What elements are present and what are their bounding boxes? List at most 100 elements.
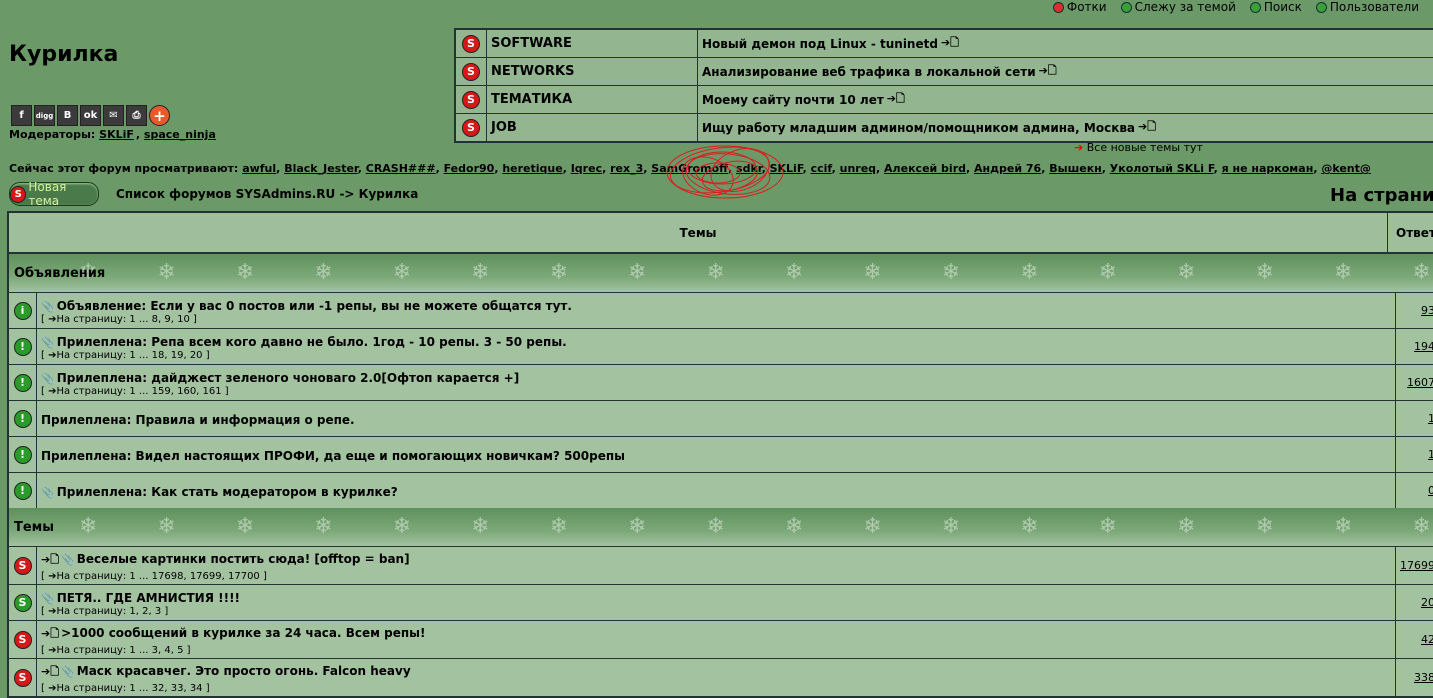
viewer-link[interactable]: CRASH### [366, 162, 436, 175]
category-icon-cell: S [456, 86, 487, 113]
viewer-link[interactable]: rex_3 [610, 162, 643, 175]
table-row[interactable]: S ➔🗋 >1000 сообщений в курилке за 24 часа.… [9, 620, 1433, 658]
topic-pages[interactable]: [ ➔На страницу: 1 ... 18, 19, 20 ] [41, 350, 1391, 361]
topic-pages[interactable]: [ ➔На страницу: 1, 2, 3 ] [41, 606, 1391, 617]
nav-item-label: Поиск [1263, 0, 1302, 14]
replies-link[interactable]: 42 [1421, 633, 1433, 646]
topic-icon-cell: i [9, 293, 37, 328]
viewer-link[interactable]: awful [242, 162, 276, 175]
new-post-arrow-icon[interactable]: ➔🗋 [41, 627, 59, 640]
viewer-link[interactable]: heretique [502, 162, 562, 175]
viewer-link[interactable]: Андрей 76 [974, 162, 1041, 175]
topic-title-link[interactable]: Прилеплена: дайджест зеленого чоноваго 2… [57, 371, 520, 385]
replies-link[interactable]: 1 [1428, 412, 1433, 425]
category-latest-topic[interactable]: Анализирование веб трафика в локальной с… [698, 58, 1433, 85]
replies-link[interactable]: 93 [1421, 304, 1433, 317]
viewer-link[interactable]: Алексей bird [884, 162, 966, 175]
viewer-link[interactable]: ccif [811, 162, 832, 175]
replies-link[interactable]: 0 [1428, 484, 1433, 497]
category-latest-topic[interactable]: Моему сайту почти 10 лет ➔🗋 [698, 86, 1433, 113]
table-row[interactable]: ! 📎 Прилеплена: дайджест зеленого чоноваго… [9, 364, 1433, 400]
section-title: Темы [14, 519, 55, 535]
digg-icon[interactable]: digg [34, 105, 55, 126]
hot-topic-icon: S [13, 668, 32, 687]
moderator-link[interactable]: SKLiF [99, 128, 134, 141]
topic-main: ➔🗋 >1000 сообщений в курилке за 24 часа. … [37, 621, 1396, 658]
new-post-arrow-icon[interactable]: ➔🗋 [41, 553, 59, 566]
all-new-topics-label: Все новые темы тут [1086, 141, 1203, 154]
topic-title-line: Прилеплена: Видел настоящих ПРОФИ, да ещ… [41, 449, 1391, 463]
table-row[interactable]: ! Прилеплена: Видел настоящих ПРОФИ, да е… [9, 436, 1433, 472]
topic-title-link[interactable]: >1000 сообщений в курилке за 24 часа. Вс… [61, 626, 425, 640]
viewer-link[interactable]: Вышекн [1049, 162, 1102, 175]
topic-title-link[interactable]: Прилеплена: Видел настоящих ПРОФИ, да ещ… [41, 449, 625, 463]
topics-table: Темы Ответо ❄❄❄❄❄❄❄❄❄❄❄❄❄❄❄❄❄❄❄Объявлени… [7, 211, 1433, 698]
nav-item-2[interactable]: Поиск [1249, 0, 1302, 14]
category-row: S NETWORKS Анализирование веб трафика в ло… [456, 58, 1433, 86]
nav-item-0[interactable]: Фотки [1052, 0, 1107, 14]
topic-title-link[interactable]: ПЕТЯ.. ГДЕ АМНИСТИЯ !!!! [57, 591, 240, 605]
viewer-link[interactable]: Iqrec [571, 162, 602, 175]
viewer-link[interactable]: Уколотый SKLi F [1110, 162, 1214, 175]
nav-item-3[interactable]: Пользователи [1315, 0, 1419, 14]
replies-link[interactable]: 1 [1428, 448, 1433, 461]
table-row[interactable]: S 📎 ПЕТЯ.. ГДЕ АМНИСТИЯ !!!![ ➔На страницу… [9, 584, 1433, 620]
viewer-link[interactable]: unreq [840, 162, 876, 175]
blogger-icon[interactable]: B [57, 105, 78, 126]
latest-post-icon[interactable]: ➔🗋 [887, 90, 905, 109]
nav-item-1[interactable]: Слежу за темой [1120, 0, 1236, 14]
odnoklassniki-icon[interactable]: ok [80, 105, 101, 126]
new-post-arrow-icon[interactable]: ➔🗋 [41, 665, 59, 678]
topic-pages[interactable]: [ ➔На страницу: 1 ... 17698, 17699, 1770… [41, 571, 1391, 582]
column-topics: Темы [9, 213, 1388, 252]
moderators-label: Модераторы: [9, 128, 96, 141]
category-name[interactable]: SOFTWARE [487, 30, 698, 57]
facebook-icon[interactable]: f [11, 105, 32, 126]
topic-pages[interactable]: [ ➔На страницу: 1 ... 8, 9, 10 ] [41, 314, 1391, 325]
viewer-link[interactable]: Fedor90 [444, 162, 495, 175]
print-icon[interactable]: ⎙ [126, 105, 147, 126]
category-name[interactable]: NETWORKS [487, 58, 698, 85]
topic-pages[interactable]: [ ➔На страницу: 1 ... 3, 4, 5 ] [41, 645, 1391, 656]
table-row[interactable]: S ➔🗋 📎 Веселые картинки постить сюда! [offt… [9, 546, 1433, 584]
latest-post-icon[interactable]: ➔🗋 [941, 34, 959, 53]
category-name[interactable]: JOB [487, 114, 698, 141]
category-latest-topic[interactable]: Новый демон под Linux - tuninetd ➔🗋 [698, 30, 1433, 57]
topic-title-link[interactable]: Веселые картинки постить сюда! [offtop =… [77, 552, 410, 566]
topic-title-link[interactable]: Прилеплена: Как стать модератором в кури… [57, 485, 398, 499]
topic-title-link[interactable]: Прилеплена: Репа всем кого давно не было… [57, 335, 567, 349]
topic-title-link[interactable]: Объявление: Если у вас 0 постов или -1 р… [57, 299, 572, 313]
replies-link[interactable]: 1607 [1407, 376, 1433, 389]
viewer-link[interactable]: Black_Jester [284, 162, 358, 175]
email-icon[interactable]: ✉ [103, 105, 124, 126]
s-logo-icon: S [10, 185, 27, 203]
replies-link[interactable]: 194 [1414, 340, 1433, 353]
topic-pages[interactable]: [ ➔На страницу: 1 ... 32, 33, 34 ] [41, 683, 1391, 694]
topic-title-link[interactable]: Маск красавчег. Это просто огонь. Falcon… [77, 664, 411, 678]
replies-link[interactable]: 20 [1421, 596, 1433, 609]
viewer-link[interactable]: я не наркоман [1222, 162, 1314, 175]
category-icon-cell: S [456, 30, 487, 57]
topic-title-link[interactable]: Прилеплена: Правила и информация о репе. [41, 413, 355, 427]
table-row[interactable]: S ➔🗋 📎 Маск красавчег. Это просто огонь. Fa… [9, 658, 1433, 696]
moderator-link[interactable]: space_ninja [144, 128, 216, 141]
latest-post-icon[interactable]: ➔🗋 [1039, 62, 1057, 81]
category-name[interactable]: ТЕМАТИКА [487, 86, 698, 113]
table-row[interactable]: i 📎 Объявление: Если у вас 0 постов или -1… [9, 292, 1433, 328]
new-topic-button[interactable]: S Новая тема [9, 180, 99, 208]
topic-pages[interactable]: [ ➔На страницу: 1 ... 159, 160, 161 ] [41, 386, 1391, 397]
table-row[interactable]: ! 📎 Прилеплена: Репа всем кого давно не бы… [9, 328, 1433, 364]
replies-link[interactable]: 17699 [1400, 559, 1433, 572]
table-row[interactable]: ! Прилеплена: Правила и информация о репе… [9, 400, 1433, 436]
viewer-link[interactable]: @kent@ [1321, 162, 1371, 175]
replies-link[interactable]: 338 [1414, 671, 1433, 684]
topic-main: Прилеплена: Видел настоящих ПРОФИ, да ещ… [37, 437, 1396, 472]
all-new-topics-link[interactable]: ➔ Все новые темы тут [1074, 141, 1203, 154]
add-icon[interactable]: + [149, 105, 170, 126]
category-latest-topic[interactable]: Ищу работу младшим админом/помощником ад… [698, 114, 1433, 141]
latest-post-icon[interactable]: ➔🗋 [1138, 118, 1156, 137]
nav-dot-icon [1315, 1, 1327, 13]
red-arrow-icon: ➔ [1074, 141, 1084, 154]
table-row[interactable]: ! 📎 Прилеплена: Как стать модератором в ку… [9, 472, 1433, 508]
breadcrumb[interactable]: Список форумов SYSAdmins.RU -> Курилка [116, 187, 418, 201]
